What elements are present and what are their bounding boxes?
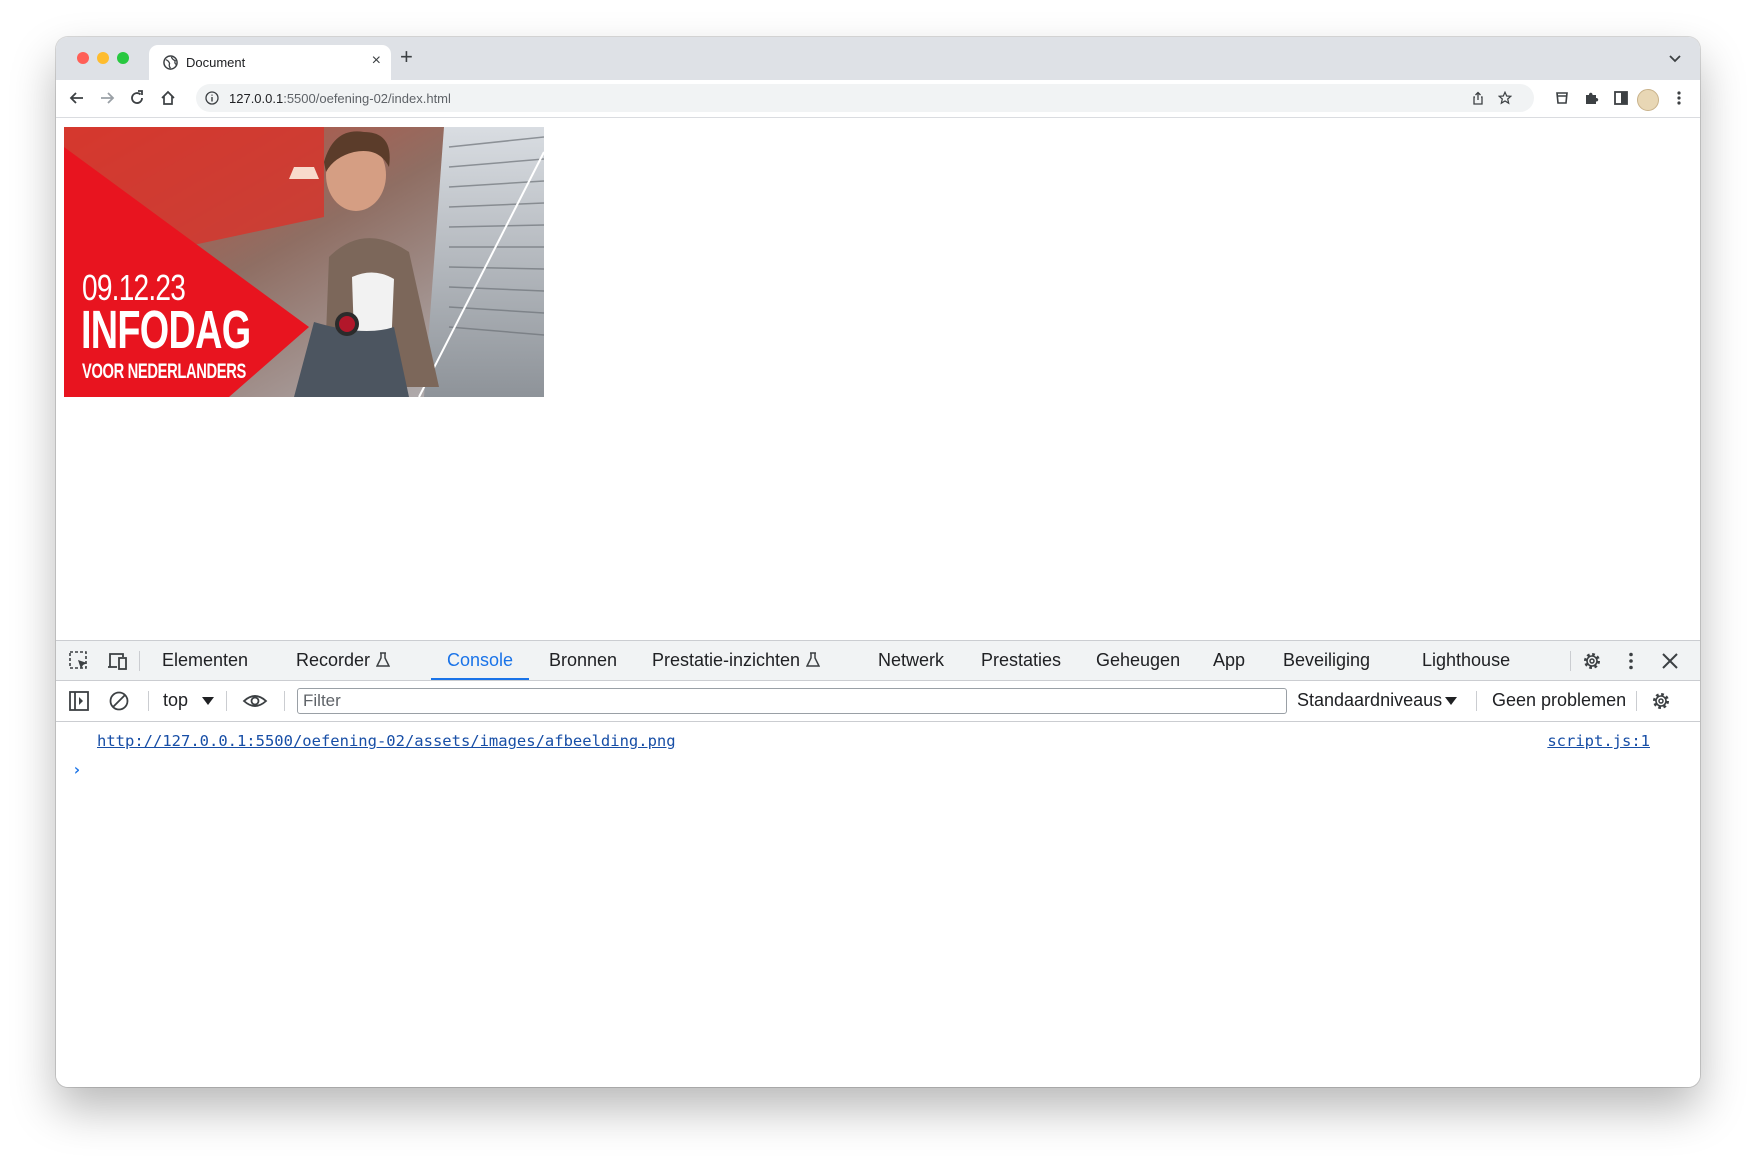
more-vertical-icon[interactable] bbox=[1620, 650, 1642, 672]
browser-toolbar: 127.0.0.1:5500/oefening-02/index.html bbox=[56, 80, 1700, 118]
info-icon[interactable] bbox=[205, 91, 219, 105]
minimize-window-button[interactable] bbox=[97, 52, 109, 64]
console-settings-gear-icon[interactable] bbox=[1650, 690, 1672, 712]
extension-cup-icon[interactable] bbox=[1553, 89, 1571, 107]
new-tab-button[interactable]: + bbox=[400, 44, 413, 70]
settings-gear-icon[interactable] bbox=[1581, 650, 1603, 672]
console-log-source-link[interactable]: script.js:1 bbox=[1547, 732, 1650, 750]
url-path: :5500/oefening-02/index.html bbox=[283, 91, 451, 106]
side-panel-icon[interactable] bbox=[1612, 89, 1630, 107]
log-levels-select[interactable]: Standaardniveaus bbox=[1297, 690, 1442, 711]
banner-subline: VOOR NEDERLANDERS bbox=[82, 360, 246, 383]
toolbar-separator bbox=[1476, 691, 1477, 711]
tab-bronnen[interactable]: Bronnen bbox=[549, 641, 617, 680]
live-expression-eye-icon[interactable] bbox=[242, 690, 268, 712]
reload-icon[interactable] bbox=[128, 89, 146, 107]
close-window-button[interactable] bbox=[77, 52, 89, 64]
issues-button[interactable]: Geen problemen bbox=[1492, 690, 1626, 711]
home-icon[interactable] bbox=[159, 89, 177, 107]
extensions-puzzle-icon[interactable] bbox=[1583, 89, 1601, 107]
tab-elementen[interactable]: Elementen bbox=[162, 641, 248, 680]
close-tab-icon[interactable]: × bbox=[372, 52, 381, 70]
device-toolbar-icon[interactable] bbox=[106, 650, 128, 672]
console-filter-input[interactable] bbox=[297, 688, 1287, 714]
tab-lighthouse[interactable]: Lighthouse bbox=[1422, 641, 1510, 680]
forward-arrow-icon[interactable] bbox=[98, 89, 116, 107]
console-log-url-link[interactable]: http://127.0.0.1:5500/oefening-02/assets… bbox=[97, 732, 676, 750]
url-text: 127.0.0.1:5500/oefening-02/index.html bbox=[229, 91, 451, 106]
browser-tab[interactable]: Document × bbox=[149, 45, 391, 80]
sidebar-toggle-icon[interactable] bbox=[68, 690, 90, 712]
toolbar-separator bbox=[1636, 691, 1637, 711]
infodag-banner-image: 09.12.23 INFODAG VOOR NEDERLANDERS bbox=[64, 127, 544, 397]
flask-icon bbox=[376, 652, 391, 667]
banner-headline: INFODAG bbox=[81, 300, 251, 360]
console-toolbar: top Standaardniveaus Geen problemen bbox=[56, 681, 1700, 722]
more-vertical-icon[interactable] bbox=[1670, 89, 1688, 107]
toolbar-separator bbox=[148, 691, 149, 711]
address-bar[interactable]: 127.0.0.1:5500/oefening-02/index.html bbox=[196, 84, 1534, 112]
tab-strip: Document × + bbox=[56, 37, 1700, 80]
share-icon[interactable] bbox=[1471, 91, 1485, 105]
tab-prestatie-inzichten-label: Prestatie-inzichten bbox=[652, 650, 801, 670]
tab-console[interactable]: Console bbox=[430, 641, 530, 680]
browser-window: Document × + 127.0.0.1:5500/oefening-02/ bbox=[56, 37, 1700, 1087]
tab-recorder[interactable]: Recorder bbox=[296, 641, 391, 680]
tab-prestaties[interactable]: Prestaties bbox=[981, 641, 1061, 680]
levels-dropdown-arrow-icon[interactable] bbox=[1445, 697, 1457, 705]
back-arrow-icon[interactable] bbox=[68, 89, 86, 107]
tab-recorder-label: Recorder bbox=[296, 650, 371, 670]
context-dropdown-arrow-icon[interactable] bbox=[202, 697, 214, 705]
tab-bar-separator bbox=[1570, 651, 1571, 671]
chevron-down-icon[interactable] bbox=[1668, 51, 1682, 65]
tab-beveiliging[interactable]: Beveiliging bbox=[1283, 641, 1370, 680]
bookmark-star-icon[interactable] bbox=[1498, 91, 1512, 105]
tab-prestatie-inzichten[interactable]: Prestatie-inzichten bbox=[652, 641, 821, 680]
devtools-panel: Elementen Recorder Console Bronnen Prest… bbox=[56, 640, 1700, 1087]
tab-title: Document bbox=[186, 55, 246, 70]
devtools-tab-bar: Elementen Recorder Console Bronnen Prest… bbox=[56, 641, 1700, 681]
tab-bar-separator bbox=[139, 651, 140, 671]
execution-context-select[interactable]: top bbox=[163, 690, 188, 711]
page-viewport: 09.12.23 INFODAG VOOR NEDERLANDERS bbox=[56, 118, 1700, 640]
console-output: http://127.0.0.1:5500/oefening-02/assets… bbox=[56, 722, 1700, 1087]
toolbar-separator bbox=[284, 691, 285, 711]
tab-geheugen[interactable]: Geheugen bbox=[1096, 641, 1180, 680]
toolbar-separator bbox=[226, 691, 227, 711]
profile-avatar[interactable] bbox=[1637, 89, 1659, 111]
inspect-element-icon[interactable] bbox=[68, 650, 90, 672]
url-host: 127.0.0.1 bbox=[229, 91, 284, 106]
maximize-window-button[interactable] bbox=[117, 52, 129, 64]
globe-icon bbox=[163, 55, 178, 70]
console-prompt[interactable]: › bbox=[72, 760, 82, 779]
flask-icon bbox=[806, 652, 821, 667]
tab-app[interactable]: App bbox=[1213, 641, 1245, 680]
window-controls bbox=[77, 52, 129, 64]
clear-console-icon[interactable] bbox=[108, 690, 130, 712]
close-devtools-icon[interactable] bbox=[1659, 650, 1681, 672]
tab-netwerk[interactable]: Netwerk bbox=[878, 641, 944, 680]
